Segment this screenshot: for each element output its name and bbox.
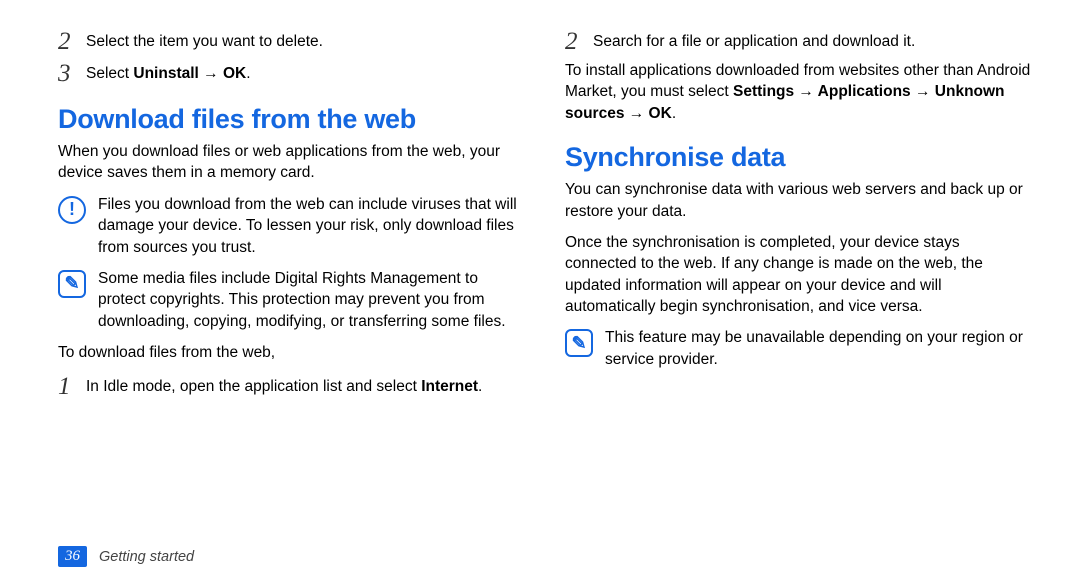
sync-availability-note: ✎ This feature may be unavailable depend… [565,327,1032,370]
warning-icon: ! [58,196,86,224]
download-intro: When you download files or web applicati… [58,141,525,184]
step-number: 3 [58,60,76,86]
step-number: 1 [58,373,76,399]
delete-step-2: 2 Select the item you want to delete. [58,28,525,54]
download-step-1: 1 In Idle mode, open the application lis… [58,373,525,399]
download-step-2: 2 Search for a file or application and d… [565,28,1032,54]
step-number: 2 [565,28,583,54]
synchronise-heading: Synchronise data [565,142,1032,173]
internet-bold: Internet [421,378,478,395]
right-column: 2 Search for a file or application and d… [565,28,1032,538]
drm-text: Some media files include Digital Rights … [98,268,525,332]
drm-note: ✎ Some media files include Digital Right… [58,268,525,332]
sync-note-text: This feature may be unavailable dependin… [605,327,1032,370]
install-suffix: . [672,105,676,122]
step-suffix: . [246,65,250,82]
note-icon: ✎ [565,329,593,357]
sync-para-1: You can synchronise data with various we… [565,179,1032,222]
step-prefix: Select [86,65,133,82]
download-heading: Download files from the web [58,104,525,135]
sync-para-2: Once the synchronisation is completed, y… [565,232,1032,318]
step-prefix: In Idle mode, open the application list … [86,378,421,395]
uninstall-ok-bold: Uninstall → OK [133,65,246,82]
note-icon: ✎ [58,270,86,298]
warning-note: ! Files you download from the web can in… [58,194,525,258]
left-column: 2 Select the item you want to delete. 3 … [58,28,525,538]
step-number: 2 [58,28,76,54]
warning-text: Files you download from the web can incl… [98,194,525,258]
to-download-text: To download files from the web, [58,342,525,363]
step-suffix: . [478,378,482,395]
section-name: Getting started [99,549,194,565]
page-content: 2 Select the item you want to delete. 3 … [58,28,1032,538]
step-text: Search for a file or application and dow… [593,28,915,54]
step-text: Select the item you want to delete. [86,28,323,54]
step-text: Select Uninstall → OK. [86,60,251,86]
page-footer: 36 Getting started [58,546,1032,567]
page-number: 36 [58,546,87,567]
step-text: In Idle mode, open the application list … [86,373,482,399]
install-instructions: To install applications downloaded from … [565,60,1032,124]
delete-step-3: 3 Select Uninstall → OK. [58,60,525,86]
